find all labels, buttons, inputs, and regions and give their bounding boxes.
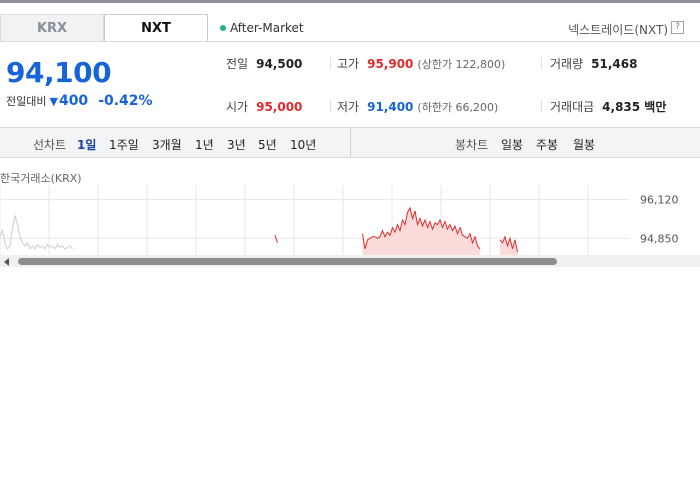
period-1w[interactable]: 1주일 [109,136,139,153]
series-line [0,215,73,250]
tabs-divider [0,41,700,42]
period-10y[interactable]: 10년 [290,136,316,153]
stat-value: 95,900 [367,56,414,71]
stat-value: 94,500 [256,56,303,71]
candle-monthly[interactable]: 월봉 [573,136,595,153]
y-tick-label: 96,120 [640,194,679,207]
status-dot-icon [220,25,226,31]
controls-divider [350,128,351,157]
current-price: 94,100 [6,56,112,89]
candle-weekly[interactable]: 주봉 [536,136,558,153]
scrollbar-thumb[interactable] [18,258,557,265]
period-3m[interactable]: 3개월 [152,136,182,153]
session-status: After-Market [220,21,304,35]
stat-label: 거래대금 [550,100,595,114]
stat-value: 91,400 [367,99,414,114]
stat-volume: 거래량 51,468 [550,55,637,72]
lower-limit: (하한가 66,200) [417,100,499,114]
stat-label: 전일 [226,57,249,71]
stat-separator [541,57,542,69]
period-1d[interactable]: 1일 [77,136,96,153]
chart-controls: 선차트 1일 1주일 3개월 1년 3년 5년 10년 봉차트 일봉 주봉 월봉 [0,127,700,158]
session-label: After-Market [230,21,304,35]
change-percent: -0.42% [98,93,153,109]
stat-high: 고가 95,900 (상한가 122,800) [337,55,505,72]
stat-prev-close: 전일 94,500 [226,55,302,72]
upper-limit: (상한가 122,800) [417,57,506,71]
down-arrow-icon: ▼ [49,94,58,108]
period-1y[interactable]: 1년 [195,136,214,153]
chart-source: 한국거래소(KRX) [0,172,82,185]
stat-label: 시가 [226,100,249,114]
stat-open: 시가 95,000 [226,98,302,115]
stat-value: 4,835 백만 [602,100,667,114]
stat-turnover: 거래대금 4,835 백만 [550,98,666,115]
venue-label: 넥스트레이드(NXT) [568,23,668,37]
stat-label: 고가 [337,57,360,71]
stat-separator [330,57,331,69]
scroll-left-icon[interactable] [4,258,9,266]
stat-low: 저가 91,400 (하한가 66,200) [337,98,498,115]
y-tick-label: 94,850 [640,232,679,245]
stat-separator [541,100,542,112]
candle-chart-label: 봉차트 [455,138,489,152]
period-3y[interactable]: 3년 [227,136,246,153]
stat-value: 51,468 [591,56,638,71]
stat-label: 거래량 [550,57,584,71]
series-line [274,235,278,243]
period-5y[interactable]: 5년 [258,136,277,153]
price-chart: 96,120 94,850 [0,185,679,255]
market-tabs: KRX NXT [0,14,210,41]
price-change: 전일대비 ▼ 400 -0.42% [6,93,153,109]
tab-krx[interactable]: KRX [0,14,104,41]
help-icon[interactable]: ? [671,21,684,34]
series-area [362,207,480,255]
series-area [500,236,518,255]
stat-value: 95,000 [256,99,303,114]
stat-label: 저가 [337,100,360,114]
change-label: 전일대비 [6,95,47,108]
change-amount: 400 [58,93,89,109]
top-border [0,0,700,3]
tab-nxt[interactable]: NXT [104,14,208,41]
line-chart-label: 선차트 [33,138,67,152]
stat-separator [330,100,331,112]
candle-daily[interactable]: 일봉 [501,136,523,153]
